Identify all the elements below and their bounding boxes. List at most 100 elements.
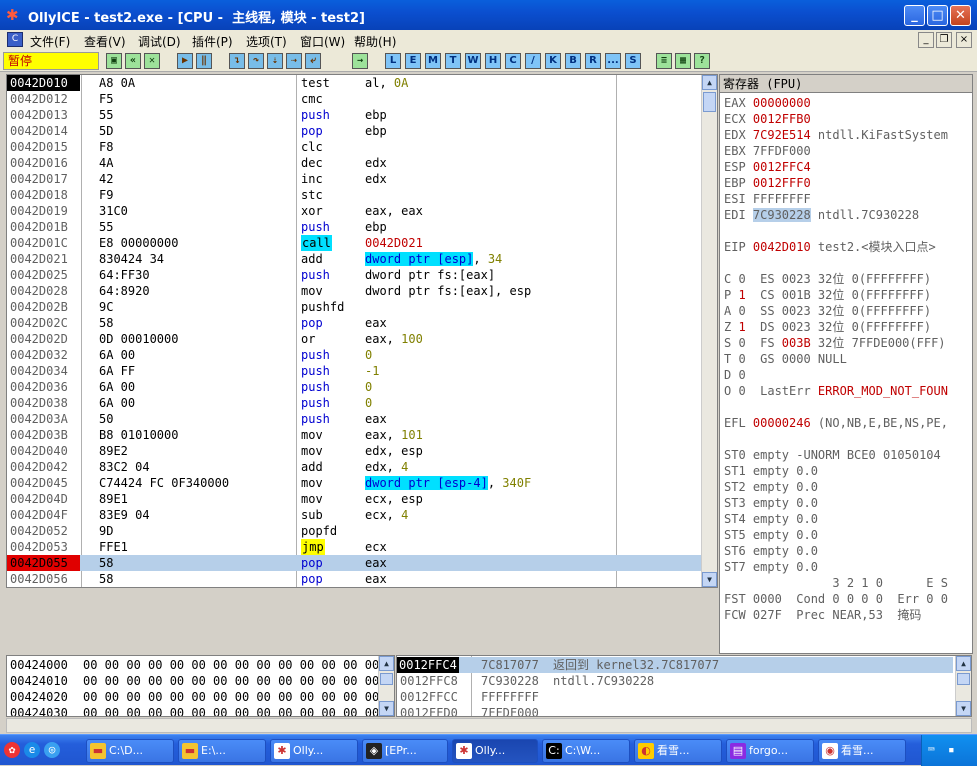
ie-icon[interactable]: e	[24, 742, 40, 758]
menu-view[interactable]: 查看(V)	[84, 33, 126, 50]
toolbar-letter-button[interactable]: B	[565, 53, 581, 69]
stack-row[interactable]: 0012FFD0 7FFDF000	[397, 705, 953, 716]
disasm-row[interactable]: 0042D010 A8 0A test al, 0A	[7, 75, 703, 91]
stack-row[interactable]: 0012FFC4 7C817077 返回到 kernel32.7C817077	[397, 657, 953, 673]
scroll-thumb[interactable]	[957, 673, 970, 685]
menu-help[interactable]: 帮助(H)	[354, 33, 396, 50]
toolbar-letter-button[interactable]: L	[385, 53, 401, 69]
register-line[interactable]: D 0	[724, 367, 746, 383]
scroll-down-icon[interactable]: ▼	[702, 572, 717, 587]
stack-row[interactable]: 0012FFC8 7C930228 ntdll.7C930228	[397, 673, 953, 689]
register-line[interactable]: EDI 7C930228 ntdll.7C930228	[724, 207, 919, 223]
trace-over-icon[interactable]: ⇢	[286, 53, 302, 69]
toolbar-letter-button[interactable]: C	[505, 53, 521, 69]
disasm-row[interactable]: 0042D01B 55 push ebp	[7, 219, 703, 235]
step-into-icon[interactable]: ↴	[229, 53, 245, 69]
registers-header[interactable]: 寄存器 (FPU)	[720, 75, 972, 93]
disasm-row[interactable]: 0042D055 58 pop eax	[7, 555, 703, 571]
register-line[interactable]: O 0 LastErr ERROR_MOD_NOT_FOUN	[724, 383, 948, 399]
taskbar-button[interactable]: ▤ forgo...	[726, 739, 814, 763]
go-to-icon[interactable]: →	[352, 53, 368, 69]
disasm-row[interactable]: 0042D013 55 push ebp	[7, 107, 703, 123]
toolbar-letter-button[interactable]: W	[465, 53, 481, 69]
taskbar-button[interactable]: ◈ [EPr...	[362, 739, 448, 763]
close-program-icon[interactable]: ✕	[144, 53, 160, 69]
run-icon[interactable]: ▶	[177, 53, 193, 69]
register-line[interactable]: A 0 SS 0023 32位 0(FFFFFFFF)	[724, 303, 931, 319]
register-line[interactable]: ST0 empty -UNORM BCE0 01050104	[724, 447, 941, 463]
register-line[interactable]: ECX 0012FFB0	[724, 111, 811, 127]
disasm-row[interactable]: 0042D012 F5 cmc	[7, 91, 703, 107]
cpu-window-icon[interactable]: C	[7, 32, 23, 47]
register-line[interactable]: P 1 CS 001B 32位 0(FFFFFFFF)	[724, 287, 931, 303]
toolbar-letter-button[interactable]: ...	[605, 53, 621, 69]
disasm-row[interactable]: 0042D032 6A 00 push 0	[7, 347, 703, 363]
scroll-down-icon[interactable]: ▼	[956, 701, 971, 716]
taskbar-button[interactable]: ◉ 看雪...	[818, 739, 906, 763]
scroll-up-icon[interactable]: ▲	[379, 656, 394, 671]
disasm-row[interactable]: 0042D018 F9 stc	[7, 187, 703, 203]
toolbar-letter-button[interactable]: K	[545, 53, 561, 69]
menu-file[interactable]: 文件(F)	[30, 33, 70, 50]
dump-scrollbar[interactable]: ▲ ▼	[378, 656, 394, 716]
execute-till-return-icon[interactable]: ⤶	[305, 53, 321, 69]
register-line[interactable]: EBX 7FFDF000	[724, 143, 811, 159]
disasm-row[interactable]: 0042D02C 58 pop eax	[7, 315, 703, 331]
toolbar-letter-button[interactable]: R	[585, 53, 601, 69]
disasm-row[interactable]: 0042D025 64:FF30 push dword ptr fs:[eax]	[7, 267, 703, 283]
start-icon[interactable]: ✿	[4, 742, 20, 758]
taskbar-button[interactable]: ▬ E:\...	[178, 739, 266, 763]
disasm-row[interactable]: 0042D045 C74424 FC 0F340000 mov dword ptr […	[7, 475, 703, 491]
toolbar-letter-button[interactable]: T	[445, 53, 461, 69]
register-line[interactable]: Z 1 DS 0023 32位 0(FFFFFFFF)	[724, 319, 931, 335]
maximize-button[interactable]: □	[927, 5, 948, 26]
keyboard-icon[interactable]: ⌨	[928, 743, 935, 756]
ollydbg-icon[interactable]: ✱	[6, 7, 22, 23]
register-line[interactable]: C 0 ES 0023 32位 0(FFFFFFFF)	[724, 271, 931, 287]
disasm-row[interactable]: 0042D036 6A 00 push 0	[7, 379, 703, 395]
disasm-row[interactable]: 0042D03A 50 push eax	[7, 411, 703, 427]
menu-options[interactable]: 选项(T)	[246, 33, 287, 50]
taskbar-button[interactable]: C: C:\W...	[542, 739, 630, 763]
minimize-button[interactable]: _	[904, 5, 925, 26]
list-icon[interactable]: ≡	[656, 53, 672, 69]
disassembly-scrollbar[interactable]: ▲ ▼	[701, 75, 717, 587]
disasm-row[interactable]: 0042D021 830424 34 add dword ptr [esp], 34	[7, 251, 703, 267]
help-icon[interactable]: ?	[694, 53, 710, 69]
register-line[interactable]: FST 0000 Cond 0 0 0 0 Err 0 0	[724, 591, 948, 607]
grid-icon[interactable]: ▦	[675, 53, 691, 69]
disasm-row[interactable]: 0042D052 9D popfd	[7, 523, 703, 539]
pause-icon[interactable]: ‖	[196, 53, 212, 69]
register-line[interactable]: ST7 empty 0.0	[724, 559, 818, 575]
toolbar-letter-button[interactable]: H	[485, 53, 501, 69]
disasm-row[interactable]: 0042D02D 0D 00010000 or eax, 100	[7, 331, 703, 347]
disasm-row[interactable]: 0042D015 F8 clc	[7, 139, 703, 155]
register-line[interactable]: ST2 empty 0.0	[724, 479, 818, 495]
register-line[interactable]: ESI FFFFFFFF	[724, 191, 811, 207]
scroll-thumb[interactable]	[380, 673, 393, 685]
disasm-row[interactable]: 0042D01C E8 00000000 call 0042D021	[7, 235, 703, 251]
register-line[interactable]: ESP 0012FFC4	[724, 159, 811, 175]
mdi-minimize-button[interactable]: _	[918, 32, 934, 48]
disasm-row[interactable]: 0042D028 64:8920 mov dword ptr fs:[eax], es…	[7, 283, 703, 299]
scroll-up-icon[interactable]: ▲	[702, 75, 717, 90]
trace-into-icon[interactable]: ⇣	[267, 53, 283, 69]
scroll-down-icon[interactable]: ▼	[379, 701, 394, 716]
register-line[interactable]: EFL 00000246 (NO,NB,E,BE,NS,PE,	[724, 415, 948, 431]
register-line[interactable]: ST5 empty 0.0	[724, 527, 818, 543]
menu-plugins[interactable]: 插件(P)	[192, 33, 233, 50]
taskbar-button[interactable]: ✱ Olly...	[452, 739, 538, 763]
taskbar-button[interactable]: ▬ C:\D...	[86, 739, 174, 763]
register-line[interactable]: ST4 empty 0.0	[724, 511, 818, 527]
disasm-row[interactable]: 0042D056 58 pop eax	[7, 571, 703, 587]
register-line[interactable]: ST1 empty 0.0	[724, 463, 818, 479]
menu-window[interactable]: 窗口(W)	[300, 33, 345, 50]
register-line[interactable]: ST6 empty 0.0	[724, 543, 818, 559]
toolbar-letter-button[interactable]: M	[425, 53, 441, 69]
menu-debug[interactable]: 调试(D)	[138, 33, 181, 50]
disasm-row[interactable]: 0042D017 42 inc edx	[7, 171, 703, 187]
network-icon[interactable]: ◎	[44, 742, 60, 758]
toolbar-letter-button[interactable]: /	[525, 53, 541, 69]
dump-pane[interactable]: 00424000 00 00 00 00 00 00 00 00 00 00 00…	[6, 655, 395, 717]
tray-icon[interactable]: ▪	[948, 743, 955, 756]
